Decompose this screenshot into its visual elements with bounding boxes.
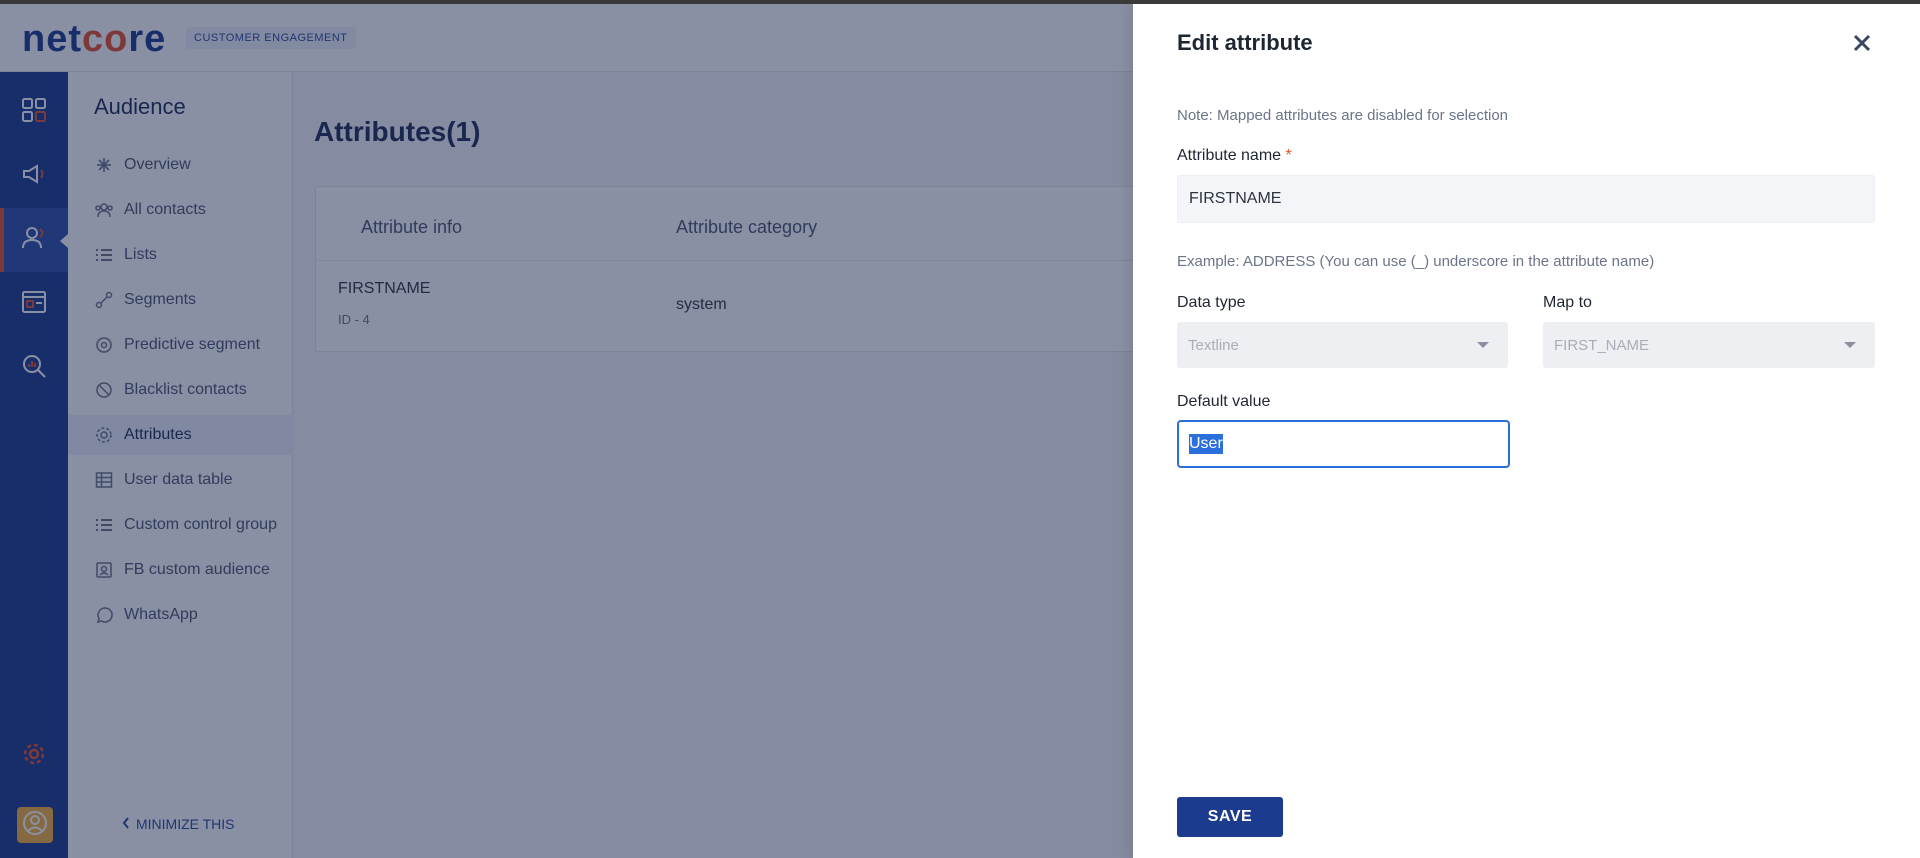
map-to-value: FIRST_NAME [1554, 336, 1650, 354]
edit-attribute-drawer: Edit attribute Note: Mapped attributes a… [1133, 4, 1920, 858]
data-type-select[interactable]: Textline [1177, 322, 1508, 368]
mapped-note: Note: Mapped attributes are disabled for… [1177, 107, 1509, 124]
attribute-name-label-text: Attribute name [1177, 147, 1282, 164]
data-type-label: Data type [1177, 294, 1246, 311]
drawer-title: Edit attribute [1177, 30, 1313, 55]
map-to-select[interactable]: FIRST_NAME [1543, 322, 1875, 368]
map-to-label: Map to [1543, 294, 1592, 311]
default-value-selected-text: User [1189, 434, 1223, 454]
attribute-name-field[interactable]: FIRSTNAME [1177, 175, 1875, 223]
modal-backdrop[interactable] [0, 0, 1133, 858]
required-mark: * [1285, 147, 1292, 164]
data-type-value: Textline [1188, 336, 1239, 354]
close-button[interactable] [1849, 32, 1875, 58]
chevron-down-icon [1477, 342, 1489, 348]
default-value-label: Default value [1177, 393, 1271, 410]
chevron-down-icon [1844, 342, 1856, 348]
attribute-name-label: Attribute name * [1177, 147, 1292, 165]
close-icon [1853, 34, 1871, 57]
default-value-field[interactable]: User [1177, 420, 1510, 468]
attribute-name-helper: Example: ADDRESS (You can use (_) unders… [1177, 253, 1655, 270]
window-top-edge [0, 0, 1920, 4]
save-button[interactable]: SAVE [1177, 797, 1283, 837]
